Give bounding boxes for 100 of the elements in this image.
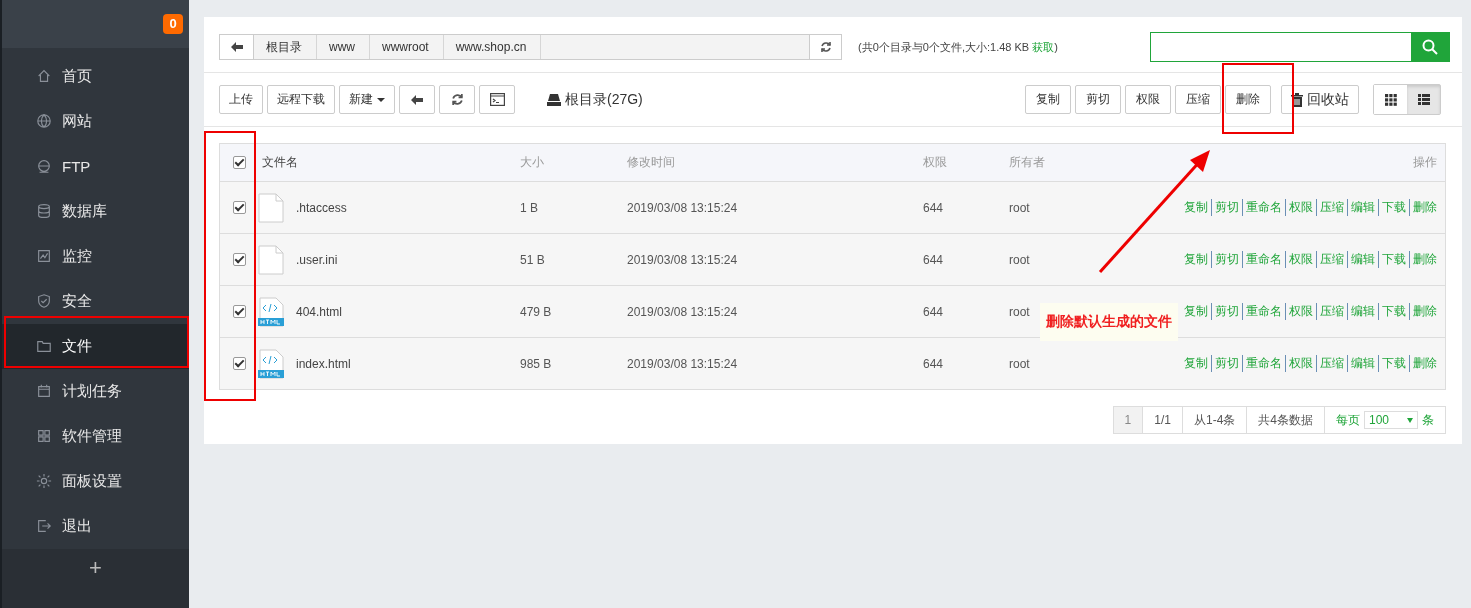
add-button[interactable]: +	[79, 548, 112, 587]
action-link[interactable]: 剪切	[1211, 199, 1239, 216]
action-link[interactable]: 权限	[1285, 303, 1313, 320]
file-icon	[258, 192, 284, 223]
action-link[interactable]: 复制	[1184, 199, 1208, 216]
notification-badge[interactable]: 0	[163, 13, 183, 34]
nav-item[interactable]: FTP	[2, 143, 189, 189]
toolbar-button[interactable]: 新建	[339, 85, 395, 114]
action-link[interactable]: 删除	[1409, 199, 1437, 216]
breadcrumb-item[interactable]: www.shop.cn	[443, 35, 542, 59]
action-link[interactable]: 编辑	[1347, 303, 1375, 320]
table-cell-text: 2019/03/08 13:15:24	[627, 304, 739, 319]
nav-item[interactable]: 监控	[2, 233, 189, 279]
action-link[interactable]: 压缩	[1316, 251, 1344, 268]
action-link[interactable]: 权限	[1285, 355, 1313, 372]
column-header: 所有者	[1009, 154, 1046, 171]
page-button[interactable]: 1	[1112, 406, 1144, 434]
back-button[interactable]	[220, 35, 254, 59]
action-link[interactable]: 删除	[1409, 251, 1437, 268]
refresh-icon	[450, 93, 464, 106]
nav-item[interactable]: 退出	[2, 503, 189, 549]
search-button[interactable]	[1411, 33, 1449, 61]
row-checkbox[interactable]	[232, 357, 246, 370]
table-cell-text: 985 B	[520, 356, 553, 371]
fetch-link[interactable]: 获取	[1032, 40, 1055, 53]
chart-icon	[36, 248, 52, 265]
action-link[interactable]: 复制	[1184, 303, 1208, 320]
nav-item[interactable]: 软件管理	[2, 413, 189, 459]
column-header: 操作	[1412, 154, 1438, 171]
toolbar-button[interactable]: 压缩	[1175, 85, 1221, 114]
grid-icon	[36, 428, 52, 445]
action-link[interactable]: 下载	[1378, 355, 1406, 372]
toolbar-button[interactable]: 删除	[1225, 85, 1271, 114]
nav-item[interactable]: 计划任务	[2, 368, 189, 414]
action-link[interactable]: 下载	[1378, 251, 1406, 268]
action-link[interactable]: 编辑	[1347, 355, 1375, 372]
action-link[interactable]: 下载	[1378, 303, 1406, 320]
action-link[interactable]: 编辑	[1347, 251, 1375, 268]
action-link[interactable]: 删除	[1409, 303, 1437, 320]
html-file-icon	[258, 348, 284, 379]
breadcrumb-item[interactable]: www	[317, 35, 370, 59]
action-link[interactable]: 压缩	[1316, 303, 1344, 320]
file-name[interactable]: 404.html	[296, 304, 343, 319]
row-checkbox[interactable]	[232, 305, 246, 318]
terminal-button[interactable]	[479, 85, 515, 114]
back-button[interactable]	[399, 85, 435, 114]
search-field[interactable]	[1150, 32, 1450, 62]
nav-item[interactable]: 数据库	[2, 188, 189, 234]
refresh-button[interactable]	[439, 85, 475, 114]
action-link[interactable]: 剪切	[1211, 355, 1239, 372]
nav-item[interactable]: 面板设置	[2, 458, 189, 504]
nav-item[interactable]: 安全	[2, 278, 189, 324]
home-icon	[36, 68, 52, 85]
toolbar-button[interactable]: 上传	[219, 85, 263, 114]
arrow-left-icon	[411, 94, 423, 105]
row-checkbox[interactable]	[232, 201, 246, 214]
action-link[interactable]: 压缩	[1316, 355, 1344, 372]
action-link[interactable]: 权限	[1285, 251, 1313, 268]
trash-icon	[1291, 92, 1303, 107]
action-link[interactable]: 复制	[1184, 355, 1208, 372]
action-link[interactable]: 下载	[1378, 199, 1406, 216]
table-cell-text: root	[1009, 252, 1031, 267]
action-link[interactable]: 删除	[1409, 355, 1437, 372]
action-link[interactable]: 复制	[1184, 251, 1208, 268]
toolbar-button[interactable]: 复制	[1025, 85, 1071, 114]
table-cell-text: root	[1009, 304, 1031, 319]
action-link[interactable]: 剪切	[1211, 251, 1239, 268]
toolbar-button[interactable]: 远程下载	[267, 85, 335, 114]
breadcrumb-item[interactable]: wwwroot	[370, 35, 444, 59]
terminal-icon	[489, 93, 505, 106]
select-all-checkbox[interactable]	[232, 156, 246, 169]
nav-item[interactable]: 网站	[2, 98, 189, 144]
action-link[interactable]: 编辑	[1347, 199, 1375, 216]
action-link[interactable]: 压缩	[1316, 199, 1344, 216]
file-name[interactable]: .user.ini	[296, 252, 338, 267]
column-header: 大小	[520, 154, 545, 171]
folder-icon	[36, 338, 52, 355]
recycle-bin-button[interactable]: 回收站	[1281, 85, 1359, 114]
annotation-callout: 删除默认生成的文件	[1040, 303, 1178, 341]
list-view-button[interactable]	[1407, 85, 1440, 114]
action-link[interactable]: 重命名	[1242, 355, 1282, 372]
table-cell-text: 644	[923, 304, 945, 319]
file-name[interactable]: .htaccess	[296, 200, 347, 215]
file-name[interactable]: index.html	[296, 356, 351, 371]
per-page-select[interactable]: 100	[1364, 411, 1418, 429]
table-cell-text: root	[1009, 200, 1031, 215]
action-link[interactable]: 重命名	[1242, 303, 1282, 320]
grid-icon	[1384, 93, 1397, 106]
column-header: 文件名	[261, 154, 299, 171]
nav-item[interactable]: 首页	[2, 53, 189, 99]
action-link[interactable]: 重命名	[1242, 199, 1282, 216]
action-link[interactable]: 剪切	[1211, 303, 1239, 320]
refresh-button[interactable]	[809, 35, 841, 59]
breadcrumb-item[interactable]: 根目录	[254, 35, 317, 59]
toolbar-button[interactable]: 剪切	[1075, 85, 1121, 114]
action-link[interactable]: 权限	[1285, 199, 1313, 216]
nav-item[interactable]: 文件	[2, 323, 189, 369]
row-checkbox[interactable]	[232, 253, 246, 266]
action-link[interactable]: 重命名	[1242, 251, 1282, 268]
toolbar-button[interactable]: 权限	[1125, 85, 1171, 114]
